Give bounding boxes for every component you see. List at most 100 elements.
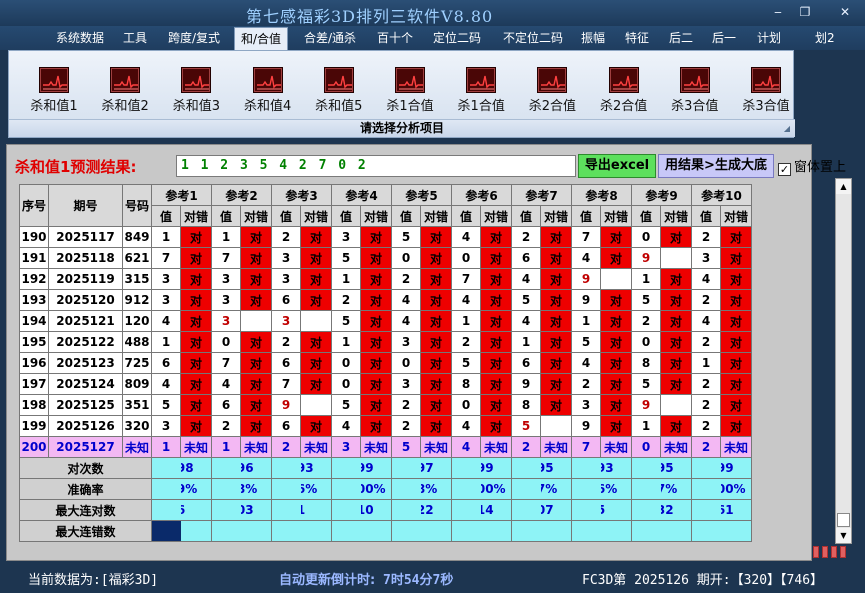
ref-value: 7 <box>571 226 601 248</box>
menu-item-9[interactable]: 特征 <box>625 30 649 46</box>
menu-item-7[interactable]: 不定位二码 <box>503 30 563 46</box>
ref-result: 对 <box>720 352 752 374</box>
ref-value: 1 <box>331 331 361 353</box>
close-icon[interactable]: ✕ <box>836 5 854 19</box>
stats-gap <box>211 478 241 500</box>
export-excel-button[interactable]: 导出excel <box>578 154 656 178</box>
predict-result: 未知 <box>540 436 572 458</box>
predict-value: 7 <box>571 436 601 458</box>
menu-item-3[interactable]: 和/合值 <box>234 27 289 50</box>
menu-item-13[interactable]: 划2 <box>815 30 835 46</box>
ref-value: 3 <box>271 268 301 290</box>
ref-result: 对 <box>660 331 692 353</box>
result-field[interactable]: 1 1 2 3 5 4 2 7 0 2 <box>176 155 576 177</box>
scroll-down-icon[interactable]: ▼ <box>836 528 851 543</box>
ribbon-button-7[interactable]: 杀2合值 <box>517 65 587 117</box>
vertical-scrollbar[interactable]: ▲ ▼ <box>835 178 852 544</box>
menu-item-6[interactable]: 定位二码 <box>433 30 481 46</box>
ref-result: 对 <box>480 373 512 395</box>
predict-result: 未知 <box>300 436 332 458</box>
ref-result: 对 <box>180 268 212 290</box>
ref-value: 8 <box>511 394 541 416</box>
ref-value: 2 <box>211 415 241 437</box>
ref-value: 9 <box>511 373 541 395</box>
ref-value: 2 <box>571 373 601 395</box>
ref-value: 2 <box>391 268 421 290</box>
menu-item-2[interactable]: 跨度/复式 <box>168 30 220 46</box>
menu-item-0[interactable]: 系统数据 <box>56 30 104 46</box>
ribbon-button-label: 杀和值3 <box>172 99 221 114</box>
ref-value: 5 <box>631 373 661 395</box>
ref-value: 7 <box>211 352 241 374</box>
table-row: 198 2025125 351 5 对 6 对 9 5 对 2 对 0 对 8 对 3 对 9 2 对 <box>19 394 752 416</box>
ref-value: 6 <box>271 352 301 374</box>
stats-value: 114 <box>480 499 512 521</box>
ribbon-button-10[interactable]: 杀3合值 <box>731 65 801 117</box>
ref-value: 0 <box>451 247 481 269</box>
ref-result: 对 <box>360 289 392 311</box>
ref-result: 对 <box>240 415 272 437</box>
ribbon-button-0[interactable]: 杀和值1 <box>19 65 89 117</box>
ref-result: 对 <box>600 394 632 416</box>
restore-icon[interactable]: ❐ <box>796 5 814 19</box>
predict-result: 未知 <box>720 436 752 458</box>
chart-icon <box>110 67 141 93</box>
countdown-label: 自动更新倒计时: <box>279 573 376 588</box>
minimize-icon[interactable]: ‒ <box>769 5 787 19</box>
table-row: 195 2025122 488 1 对 0 对 2 对 1 对 3 对 2 对 1 对 5 对 0 对 2 对 <box>19 331 752 353</box>
ref-result: 对 <box>480 268 512 290</box>
row-seq: 198 <box>19 394 49 416</box>
scroll-up-icon[interactable]: ▲ <box>836 179 851 194</box>
stats-value: 100% <box>360 478 392 500</box>
ref-result: 对 <box>720 289 752 311</box>
ref-value: 2 <box>691 394 721 416</box>
stats-gap <box>151 478 181 500</box>
ribbon-button-6[interactable]: 杀1合值 <box>446 65 516 117</box>
menu-item-5[interactable]: 百十个 <box>377 30 413 46</box>
ref-value: 7 <box>211 247 241 269</box>
ribbon-button-2[interactable]: 杀和值3 <box>161 65 231 117</box>
menu-item-8[interactable]: 振幅 <box>581 30 605 46</box>
ref-value: 3 <box>151 268 181 290</box>
stats-gap <box>151 520 181 542</box>
ref-value: 0 <box>391 352 421 374</box>
stats-gap <box>391 478 421 500</box>
ribbon-button-5[interactable]: 杀1合值 <box>375 65 445 117</box>
scroll-thumb[interactable] <box>837 513 850 527</box>
stats-value: 193 <box>600 457 632 479</box>
menu-item-1[interactable]: 工具 <box>123 30 147 46</box>
topmost-checkbox[interactable]: ✓ 窗体置上 <box>778 156 846 176</box>
generate-base-button[interactable]: 用结果>生成大底 <box>658 154 774 178</box>
row-number: 912 <box>122 289 152 311</box>
ribbon-button-8[interactable]: 杀2合值 <box>589 65 659 117</box>
stats-value: 100% <box>480 478 512 500</box>
ref-value: 4 <box>571 247 601 269</box>
row-period: 2025123 <box>48 352 123 374</box>
header-value: 值 <box>331 205 361 227</box>
ref-result: 对 <box>660 310 692 332</box>
checkbox-icon[interactable]: ✓ <box>778 163 791 176</box>
predict-result: 未知 <box>600 436 632 458</box>
stats-label: 最大连错数 <box>19 520 152 542</box>
ref-value: 4 <box>691 268 721 290</box>
ribbon-expand-icon[interactable]: ◢ <box>784 124 790 133</box>
row-seq: 200 <box>19 436 49 458</box>
stats-gap <box>691 478 721 500</box>
stats-row: 最大连错数 1 1 1 1 1 1 1 2 1 1 <box>19 520 752 542</box>
menu-item-11[interactable]: 后一 <box>712 30 736 46</box>
progress-indicator <box>813 545 849 559</box>
chart-icon <box>181 67 212 93</box>
stats-gap <box>331 520 361 542</box>
ref-result: 对 <box>660 415 692 437</box>
header-ref-9: 参考9 <box>631 184 692 206</box>
ribbon-button-9[interactable]: 杀3合值 <box>660 65 730 117</box>
ref-value: 3 <box>211 310 241 332</box>
ribbon-button-4[interactable]: 杀和值5 <box>304 65 374 117</box>
menu-item-4[interactable]: 合差/通杀 <box>304 30 356 46</box>
stats-value: 107 <box>540 499 572 521</box>
ref-value: 2 <box>271 331 301 353</box>
menu-item-12[interactable]: 计划 <box>757 30 781 46</box>
menu-item-10[interactable]: 后二 <box>669 30 693 46</box>
ribbon-button-1[interactable]: 杀和值2 <box>90 65 160 117</box>
ribbon-button-3[interactable]: 杀和值4 <box>233 65 303 117</box>
